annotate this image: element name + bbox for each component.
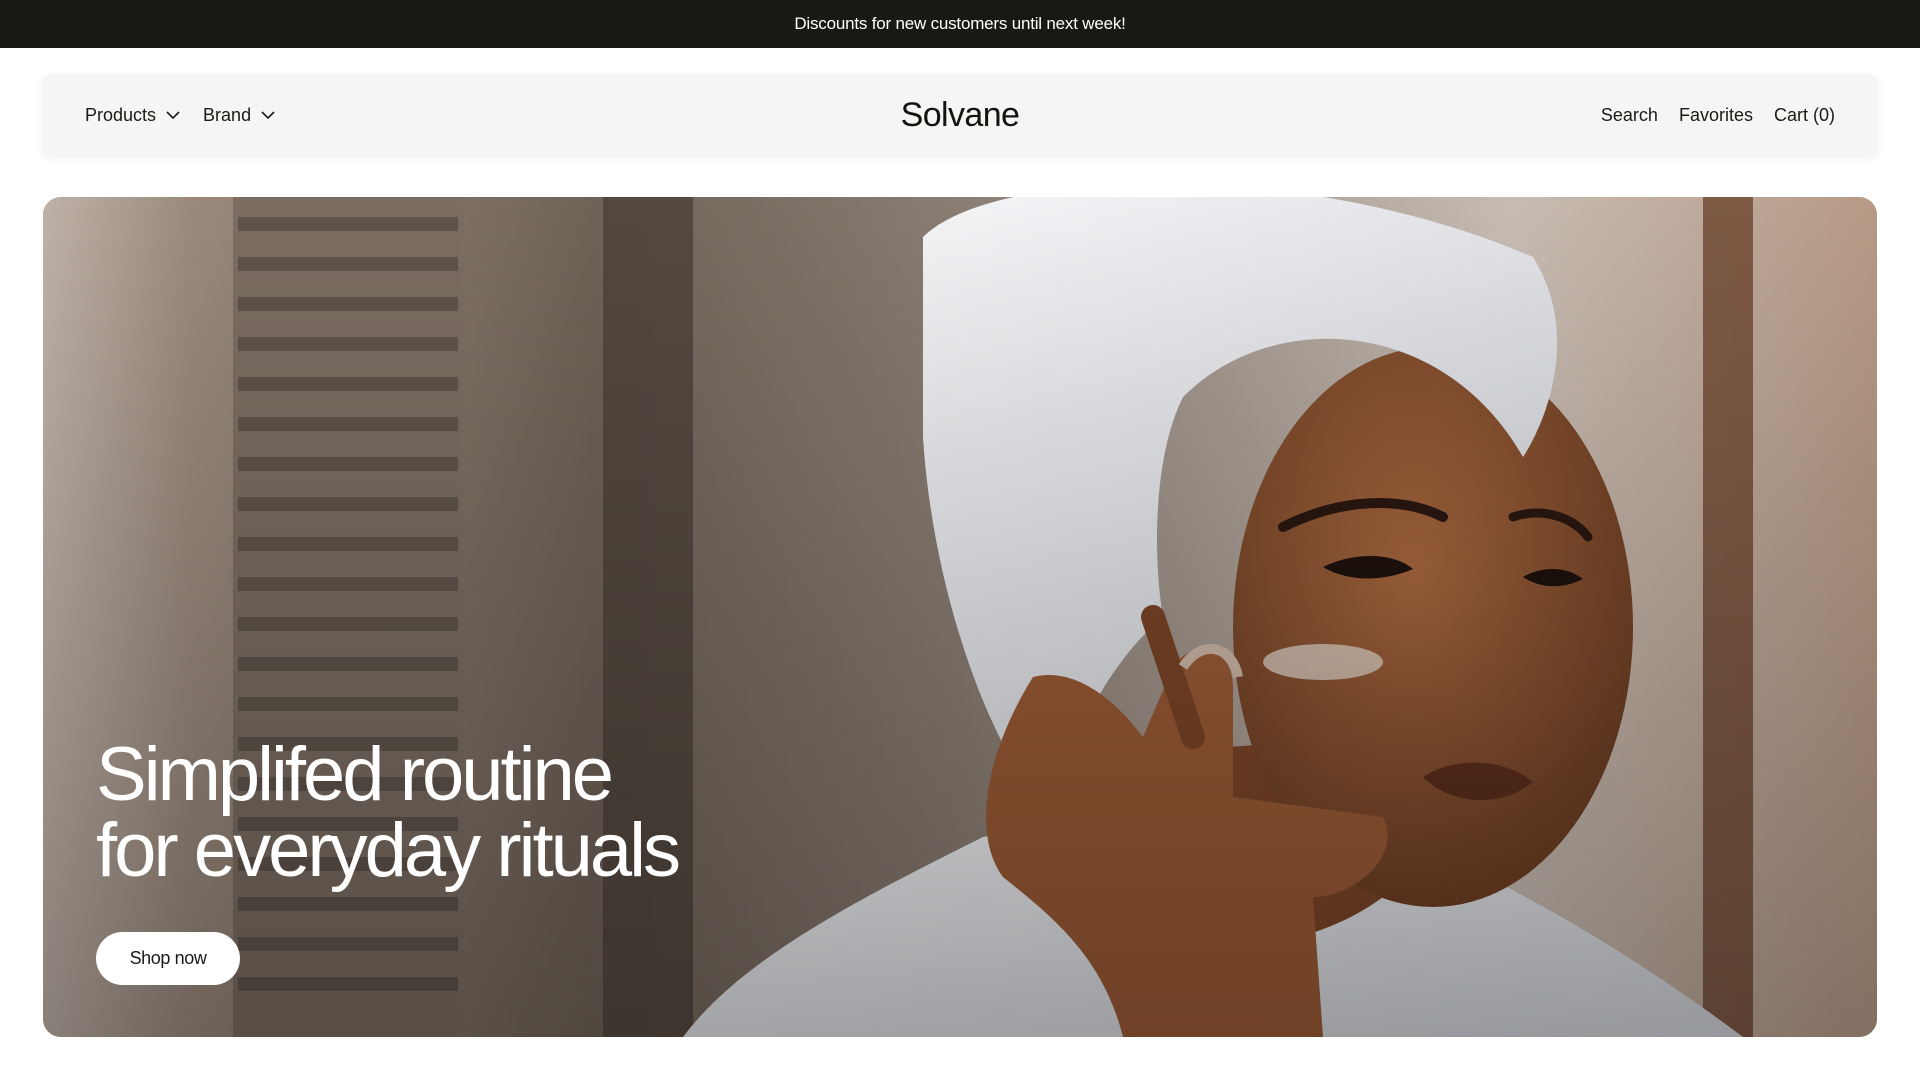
hero-banner: Simplifed routine for everyday rituals S… bbox=[43, 197, 1877, 1037]
nav-right-group: Search Favorites Cart (0) bbox=[960, 105, 1835, 126]
announcement-bar: Discounts for new customers until next w… bbox=[0, 0, 1920, 48]
favorites-link[interactable]: Favorites bbox=[1679, 105, 1753, 126]
shop-now-button[interactable]: Shop now bbox=[96, 932, 240, 985]
hero-image bbox=[43, 197, 1877, 1037]
announcement-text: Discounts for new customers until next w… bbox=[794, 14, 1126, 33]
nav-item-label: Products bbox=[85, 104, 157, 125]
chevron-down-icon bbox=[166, 111, 180, 120]
main-navigation: Products Brand Solvane Search Favorites … bbox=[43, 75, 1877, 155]
brand-logo[interactable]: Solvane bbox=[901, 96, 1020, 135]
nav-left-group: Products Brand bbox=[85, 105, 960, 126]
chevron-down-icon bbox=[261, 111, 275, 120]
hero-headline-line-2: for everyday rituals bbox=[96, 808, 681, 893]
nav-item-brand[interactable]: Brand bbox=[203, 105, 276, 126]
hero-headline-line-1: Simplifed routine bbox=[96, 732, 614, 817]
nav-item-label: Brand bbox=[203, 104, 252, 125]
cart-link[interactable]: Cart (0) bbox=[1774, 105, 1835, 126]
hero-headline: Simplifed routine for everyday rituals bbox=[96, 732, 681, 893]
nav-item-products[interactable]: Products bbox=[85, 105, 181, 126]
search-link[interactable]: Search bbox=[1601, 105, 1658, 126]
